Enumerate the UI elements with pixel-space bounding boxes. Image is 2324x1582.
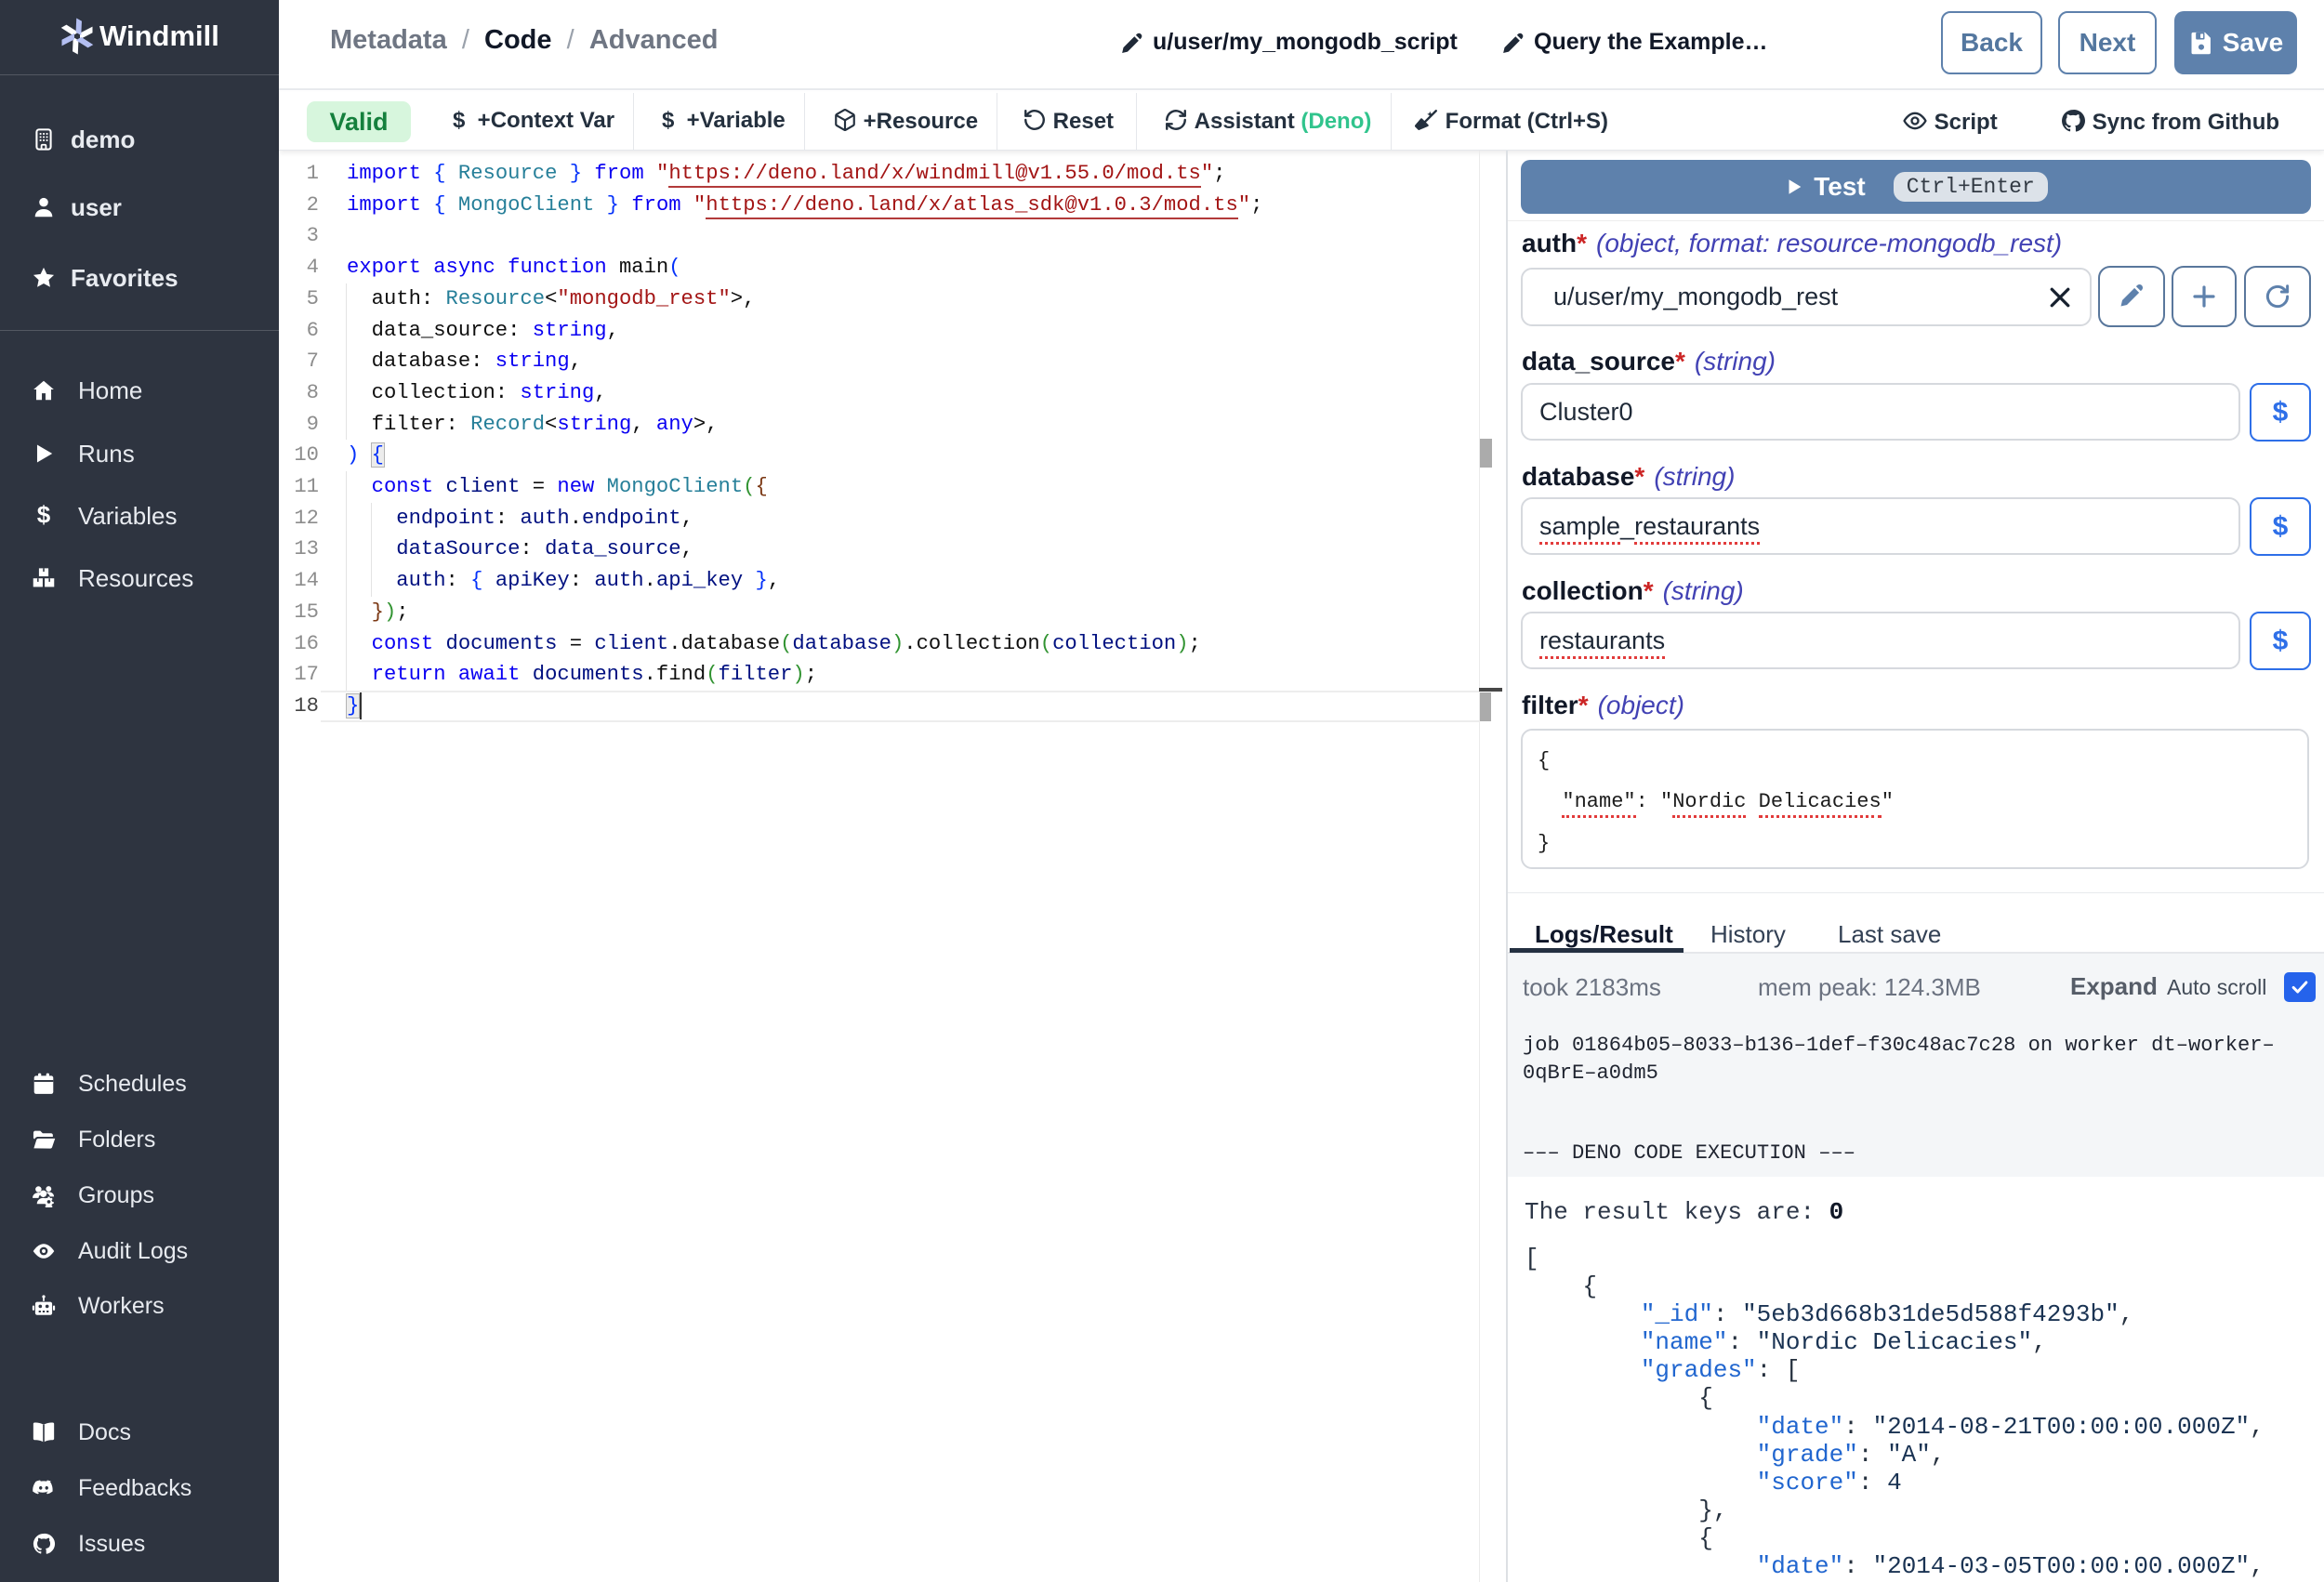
svg-text:$: $ xyxy=(37,504,51,528)
